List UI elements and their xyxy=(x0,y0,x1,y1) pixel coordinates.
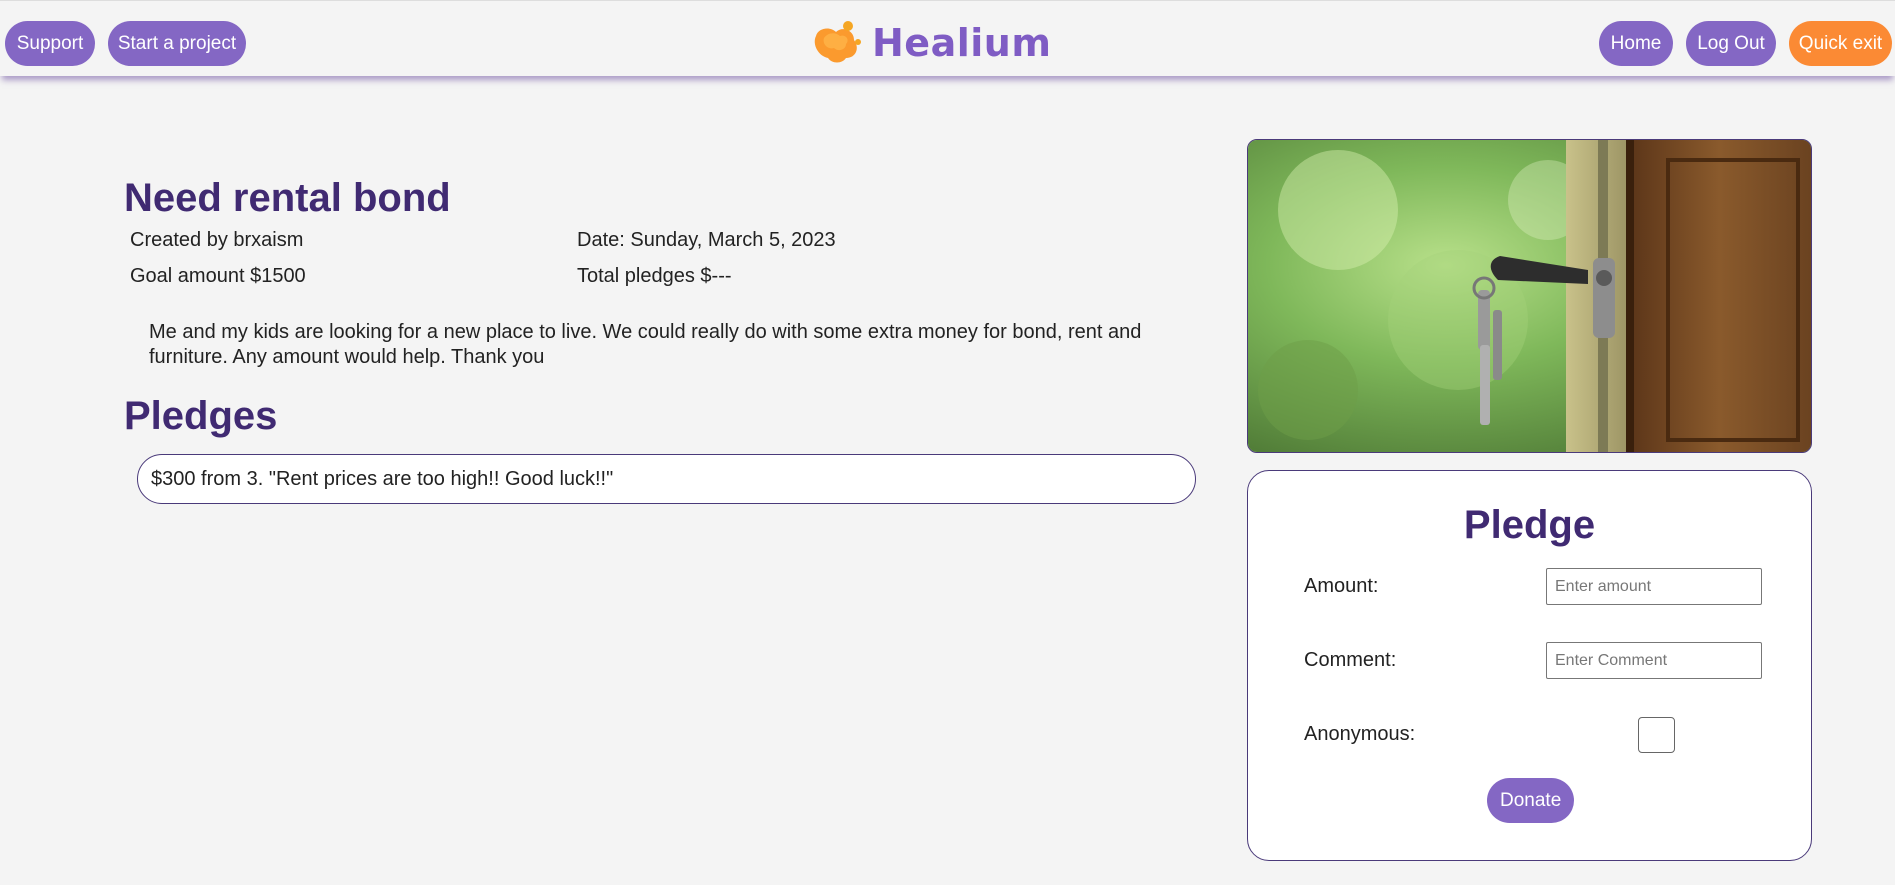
pledge-list-item: $300 from 3. "Rent prices are too high!!… xyxy=(137,454,1196,504)
pledges-heading: Pledges xyxy=(124,394,278,438)
project-goal: Goal amount $1500 xyxy=(130,265,306,287)
support-button[interactable]: Support xyxy=(5,21,95,66)
project-creator: Created by brxaism xyxy=(130,229,304,251)
keys-in-door-photo-icon xyxy=(1248,140,1811,452)
pledge-form-title: Pledge xyxy=(1463,503,1596,547)
pledge-form-card: Pledge Amount: Comment: Anonymous: Donat… xyxy=(1247,470,1812,861)
anonymous-checkbox[interactable] xyxy=(1638,717,1675,753)
amount-input[interactable] xyxy=(1546,568,1762,605)
anonymous-label: Anonymous: xyxy=(1304,723,1416,745)
healium-blob-icon xyxy=(810,20,862,66)
amount-label: Amount: xyxy=(1304,575,1379,597)
project-image xyxy=(1247,139,1812,453)
donate-button[interactable]: Donate xyxy=(1487,778,1575,823)
comment-label: Comment: xyxy=(1304,649,1397,671)
top-nav-bar: Support Start a project Healium Home Log… xyxy=(0,0,1895,76)
brand-logo[interactable]: Healium xyxy=(810,19,1051,67)
quick-exit-button[interactable]: Quick exit xyxy=(1789,21,1892,66)
brand-name: Healium xyxy=(872,21,1052,65)
project-title: Need rental bond xyxy=(124,176,451,220)
comment-input[interactable] xyxy=(1546,642,1762,679)
home-button[interactable]: Home xyxy=(1599,21,1673,66)
start-project-button[interactable]: Start a project xyxy=(108,21,246,66)
logout-button[interactable]: Log Out xyxy=(1686,21,1776,66)
project-description: Me and my kids are looking for a new pla… xyxy=(149,321,1142,368)
project-date: Date: Sunday, March 5, 2023 xyxy=(577,229,836,251)
project-total-pledges: Total pledges $--- xyxy=(577,265,732,287)
